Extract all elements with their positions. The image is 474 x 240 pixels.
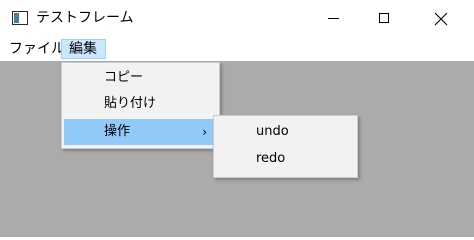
menu-file[interactable]: ファイル	[8, 39, 66, 59]
minimize-button[interactable]	[310, 0, 356, 37]
title-bar[interactable]: テストフレーム	[0, 0, 474, 37]
operation-submenu: undo redo	[213, 115, 358, 178]
menu-edit[interactable]: 編集	[61, 39, 106, 59]
menu-item-paste[interactable]: 貼り付け	[64, 91, 217, 117]
minimize-icon	[328, 18, 339, 19]
window-title: テストフレーム	[36, 10, 134, 26]
menu-bar: ファイル 編集	[0, 37, 474, 61]
edit-dropdown-menu: コピー 貼り付け 操作 ›	[61, 62, 220, 149]
menu-item-undo-label: undo	[256, 124, 289, 139]
close-button[interactable]	[418, 0, 464, 37]
maximize-button[interactable]	[362, 0, 408, 37]
app-window: テストフレーム ファイル 編集 コピー 貼り付け 操作 › undo redo	[0, 0, 474, 237]
menu-item-redo-label: redo	[256, 151, 286, 166]
submenu-arrow-icon: ›	[202, 125, 207, 139]
window-app-icon	[12, 11, 28, 25]
menu-item-copy-label: コピー	[104, 70, 144, 85]
menu-item-undo[interactable]: undo	[216, 119, 355, 145]
menu-item-redo[interactable]: redo	[216, 146, 355, 172]
menu-item-copy[interactable]: コピー	[64, 65, 217, 91]
close-icon	[434, 12, 448, 26]
menu-item-operation-label: 操作	[104, 124, 131, 139]
menu-item-operation[interactable]: 操作 ›	[64, 119, 217, 145]
maximize-icon	[379, 13, 389, 23]
menu-item-paste-label: 貼り付け	[104, 96, 157, 111]
